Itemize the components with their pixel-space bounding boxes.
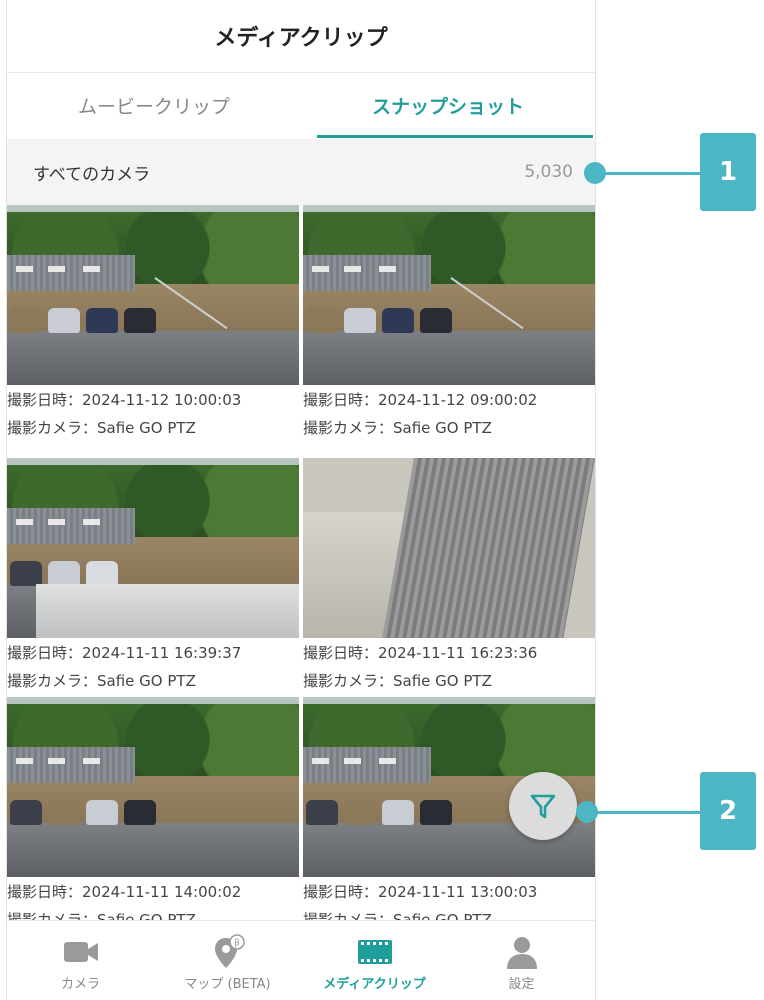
camera-filter-label: すべてのカメラ bbox=[33, 164, 151, 185]
snapshot-camera: 撮影カメラ：Safie GO PTZ bbox=[303, 672, 492, 690]
snapshot-card[interactable]: 撮影日時：2024-11-11 16:23:36 撮影カメラ：Safie GO … bbox=[303, 458, 595, 694]
nav-label-settings: 設定 bbox=[508, 977, 535, 992]
camera-filter-bar[interactable]: すべてのカメラ 5,030 bbox=[7, 139, 595, 205]
snapshot-card[interactable]: 撮影日時：2024-11-11 14:00:02 撮影カメラ：Safie GO … bbox=[7, 697, 299, 933]
nav-item-camera[interactable]: カメラ bbox=[7, 921, 154, 1000]
snapshot-thumbnail[interactable] bbox=[7, 697, 299, 877]
snapshot-date: 撮影日時：2024-11-11 16:23:36 bbox=[303, 644, 538, 662]
snapshot-card[interactable]: 撮影日時：2024-11-12 10:00:03 撮影カメラ：Safie GO … bbox=[7, 205, 299, 441]
snapshot-date: 撮影日時：2024-11-11 14:00:02 bbox=[7, 883, 242, 901]
snapshot-card[interactable]: 撮影日時：2024-11-12 09:00:02 撮影カメラ：Safie GO … bbox=[303, 205, 595, 441]
snapshot-thumbnail[interactable] bbox=[303, 205, 595, 385]
snapshot-camera: 撮影カメラ：Safie GO PTZ bbox=[303, 419, 492, 437]
svg-text:β: β bbox=[234, 939, 240, 949]
filter-icon bbox=[530, 794, 556, 819]
snapshot-count: 5,030 bbox=[524, 162, 573, 182]
nav-item-map[interactable]: β マップ (BETA) bbox=[154, 921, 301, 1000]
camera-icon bbox=[63, 935, 99, 969]
active-tab-indicator bbox=[317, 135, 593, 138]
callout-1-badge: 1 bbox=[700, 133, 756, 211]
nav-item-settings[interactable]: 設定 bbox=[448, 921, 595, 1000]
snapshot-thumbnail[interactable] bbox=[7, 205, 299, 385]
user-icon bbox=[505, 935, 539, 969]
snapshot-date: 撮影日時：2024-11-11 13:00:03 bbox=[303, 883, 538, 901]
nav-label-camera: カメラ bbox=[60, 977, 100, 992]
snapshot-camera: 撮影カメラ：Safie GO PTZ bbox=[7, 672, 196, 690]
media-clip-screen: メディアクリップ ムービークリップ スナップショット すべてのカメラ 5,030… bbox=[6, 0, 596, 1000]
snapshot-camera: 撮影カメラ：Safie GO PTZ bbox=[7, 419, 196, 437]
snapshot-thumbnail[interactable] bbox=[303, 458, 595, 638]
snapshot-thumbnail[interactable] bbox=[7, 458, 299, 638]
callout-2-line bbox=[592, 811, 700, 814]
map-pin-beta-icon: β bbox=[210, 934, 246, 969]
nav-item-media-clip[interactable]: メディアクリップ bbox=[301, 921, 448, 1000]
tab-snapshot[interactable]: スナップショット bbox=[301, 72, 595, 138]
film-icon bbox=[357, 935, 393, 969]
callout-2-badge: 2 bbox=[700, 772, 756, 850]
bottom-navigation: カメラ β マップ (BETA) メディアクリップ 設定 bbox=[7, 920, 595, 1000]
snapshot-card[interactable]: 撮影日時：2024-11-11 16:39:37 撮影カメラ：Safie GO … bbox=[7, 458, 299, 694]
nav-label-media-clip: メディアクリップ bbox=[323, 977, 426, 992]
page-title: メディアクリップ bbox=[7, 0, 595, 73]
nav-label-map: マップ (BETA) bbox=[184, 977, 271, 992]
tab-movie-clip[interactable]: ムービークリップ bbox=[7, 72, 301, 138]
snapshot-date: 撮影日時：2024-11-11 16:39:37 bbox=[7, 644, 242, 662]
filter-button[interactable] bbox=[509, 772, 577, 840]
tab-bar: ムービークリップ スナップショット bbox=[7, 72, 595, 138]
snapshot-date: 撮影日時：2024-11-12 10:00:03 bbox=[7, 391, 242, 409]
callout-1-line bbox=[600, 172, 700, 175]
snapshot-date: 撮影日時：2024-11-12 09:00:02 bbox=[303, 391, 538, 409]
